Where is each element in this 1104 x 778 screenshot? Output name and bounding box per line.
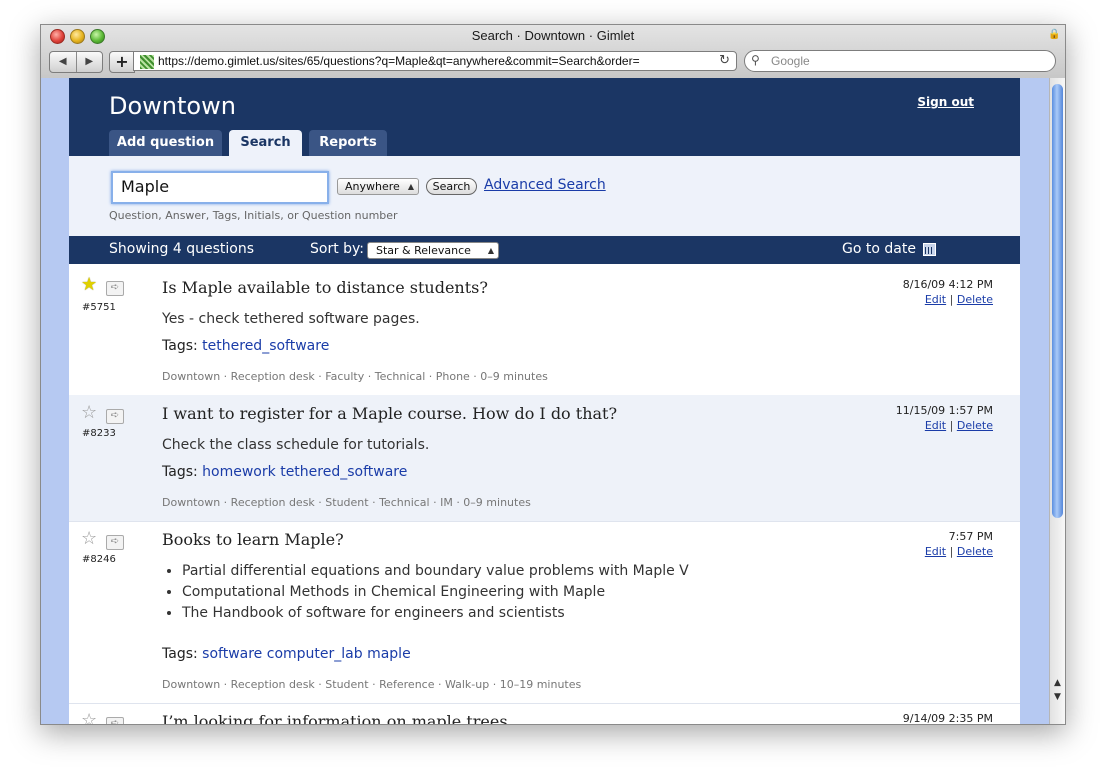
tag-link[interactable]: homework — [202, 464, 276, 480]
sign-out-link[interactable]: Sign out — [917, 95, 974, 109]
answer-text: Yes - check tethered software pages. — [162, 311, 420, 327]
scroll-up-arrow-icon[interactable]: ▲ — [1052, 676, 1063, 690]
url-text[interactable]: https://demo.gimlet.us/sites/65/question… — [158, 54, 698, 68]
question-date: 8/16/09 4:12 PM — [902, 278, 993, 291]
forward-icon[interactable]: ➪ — [106, 409, 124, 424]
action-separator: | — [949, 545, 954, 558]
row-actions: Edit | Delete — [925, 419, 993, 432]
tab-reports[interactable]: Reports — [309, 130, 387, 156]
answer-list: Partial differential equations and bound… — [162, 561, 689, 624]
sort-value: Star & Relevance — [376, 244, 471, 257]
question-row: ☆ ➪ #8246 Books to learn Maple? Partial … — [69, 521, 1020, 704]
action-separator: | — [949, 293, 954, 306]
advanced-search-link[interactable]: Advanced Search — [484, 177, 606, 193]
question-number: #8246 — [82, 554, 116, 565]
question-row: ★ ➪ #5751 Is Maple available to distance… — [69, 264, 1020, 396]
site-title: Downtown — [109, 92, 236, 120]
search-scope-value: Anywhere — [345, 180, 400, 193]
window-title: Search · Downtown · Gimlet — [471, 28, 635, 43]
question-title[interactable]: Books to learn Maple? — [162, 530, 344, 549]
question-date: 9/14/09 2:35 PM — [902, 712, 993, 724]
edit-link[interactable]: Edit — [925, 545, 946, 558]
question-number: #5751 — [82, 302, 116, 313]
question-date: 11/15/09 1:57 PM — [895, 404, 993, 417]
search-panel: Maple Anywhere ▲ Search Advanced Search … — [69, 156, 1020, 236]
row-actions: Edit | Delete — [925, 293, 993, 306]
row-actions: Edit | Delete — [925, 545, 993, 558]
reload-icon[interactable]: ↻ — [719, 53, 730, 68]
edit-link[interactable]: Edit — [925, 419, 946, 432]
site-header: Downtown Sign out Add question Search Re… — [69, 78, 1020, 156]
tags-label: Tags: — [162, 646, 198, 662]
forward-icon[interactable]: ➪ — [106, 535, 124, 550]
question-meta: Downtown · Reception desk · Faculty · Te… — [162, 370, 548, 383]
question-date: 7:57 PM — [948, 530, 993, 543]
search-hint: Question, Answer, Tags, Initials, or Que… — [109, 209, 398, 222]
delete-link[interactable]: Delete — [957, 419, 993, 432]
question-number: #8233 — [82, 428, 116, 439]
action-separator: | — [949, 419, 954, 432]
question-title[interactable]: I want to register for a Maple course. H… — [162, 404, 617, 423]
scrollbar-thumb[interactable] — [1052, 84, 1063, 518]
nav-buttons: ◀ ▶ — [49, 51, 103, 73]
sort-select[interactable]: Star & Relevance ▲ — [367, 242, 499, 259]
web-content: Downtown Sign out Add question Search Re… — [41, 78, 1065, 724]
browser-window: Search · Downtown · Gimlet 🔒 ◀ ▶ + https… — [40, 24, 1066, 725]
vertical-scrollbar[interactable]: ▲ ▼ — [1049, 78, 1065, 724]
forward-icon[interactable]: ➪ — [106, 281, 124, 296]
scroll-down-arrow-icon[interactable]: ▼ — [1052, 690, 1063, 704]
tag-link[interactable]: computer_lab — [267, 646, 363, 662]
tag-link[interactable]: maple — [367, 646, 411, 662]
edit-link[interactable]: Edit — [925, 293, 946, 306]
tags: Tags: homework tethered_software — [162, 464, 407, 480]
search-query-input[interactable]: Maple — [111, 171, 329, 204]
delete-link[interactable]: Delete — [957, 293, 993, 306]
question-meta: Downtown · Reception desk · Student · Te… — [162, 496, 531, 509]
tab-search[interactable]: Search — [229, 130, 302, 156]
calendar-icon[interactable] — [923, 243, 936, 256]
sort-label: Sort by: — [310, 241, 365, 257]
add-bookmark-button[interactable]: + — [109, 51, 135, 73]
tags: Tags: software computer_lab maple — [162, 646, 411, 662]
search-icon: ⚲ — [751, 53, 760, 67]
page: Downtown Sign out Add question Search Re… — [69, 78, 1020, 724]
question-row: ☆ ➪ I’m looking for information on maple… — [69, 703, 1020, 724]
select-arrows-icon: ▲ — [487, 246, 494, 255]
tag-link[interactable]: tethered_software — [280, 464, 407, 480]
star-icon[interactable]: ★ — [81, 276, 97, 294]
results-count: Showing 4 questions — [109, 241, 255, 257]
tags-label: Tags: — [162, 338, 198, 354]
question-title[interactable]: I’m looking for information on maple tre… — [162, 712, 508, 724]
results-bar: Showing 4 questions Sort by: Star & Rele… — [69, 236, 1020, 264]
forward-button[interactable]: ▶ — [77, 52, 103, 72]
tags: Tags: tethered_software — [162, 338, 329, 354]
tab-add-question[interactable]: Add question — [109, 130, 222, 156]
answer-text: Check the class schedule for tutorials. — [162, 437, 430, 453]
forward-icon[interactable]: ➪ — [106, 717, 124, 724]
search-scope-select[interactable]: Anywhere ▲ — [337, 178, 419, 195]
question-meta: Downtown · Reception desk · Student · Re… — [162, 678, 582, 691]
star-icon[interactable]: ☆ — [81, 530, 97, 548]
tags-label: Tags: — [162, 464, 198, 480]
star-icon[interactable]: ☆ — [81, 712, 97, 725]
list-item: The Handbook of software for engineers a… — [182, 603, 689, 624]
tag-link[interactable]: tethered_software — [202, 338, 329, 354]
search-placeholder: Google — [771, 54, 810, 68]
select-arrows-icon: ▲ — [407, 182, 414, 191]
delete-link[interactable]: Delete — [957, 545, 993, 558]
go-to-date-link[interactable]: Go to date — [842, 241, 916, 257]
search-button[interactable]: Search — [426, 178, 477, 195]
question-title[interactable]: Is Maple available to distance students? — [162, 278, 488, 297]
lock-icon: 🔒 — [1048, 29, 1061, 40]
question-row: ☆ ➪ #8233 I want to register for a Maple… — [69, 395, 1020, 522]
star-icon[interactable]: ☆ — [81, 404, 97, 422]
address-bar[interactable]: https://demo.gimlet.us/sites/65/question… — [133, 51, 737, 71]
back-button[interactable]: ◀ — [50, 52, 77, 72]
tag-link[interactable]: software — [202, 646, 262, 662]
browser-search-field[interactable]: ⚲ Google — [744, 50, 1056, 72]
list-item: Computational Methods in Chemical Engine… — [182, 582, 689, 603]
list-item: Partial differential equations and bound… — [182, 561, 689, 582]
site-favicon-icon — [140, 55, 154, 69]
